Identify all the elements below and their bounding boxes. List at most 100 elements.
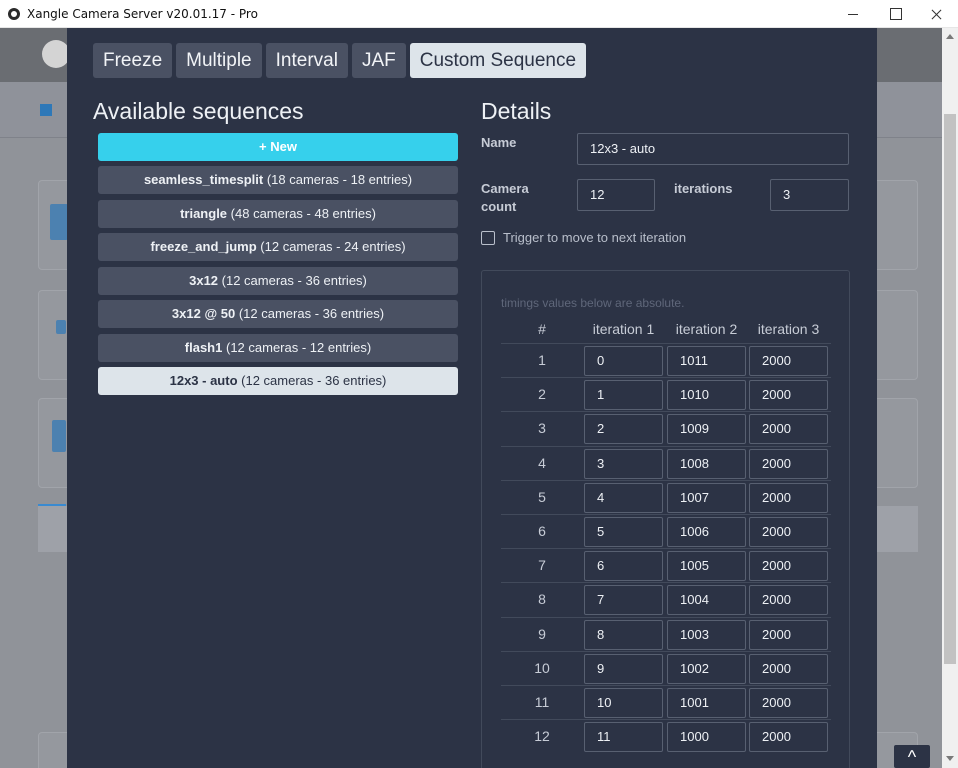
details-heading: Details (481, 98, 552, 124)
sequence-name: flash1 (184, 339, 223, 355)
sequence-item[interactable]: seamless_timesplit (18 cameras - 18 entr… (98, 166, 458, 194)
sequence-item[interactable]: 3x12 @ 50 (12 cameras - 36 entries) (98, 300, 458, 328)
iterations-field[interactable]: 3 (770, 179, 849, 211)
new-sequence-button[interactable]: + New (98, 133, 458, 161)
window-scrollbar[interactable] (942, 28, 958, 768)
timing-row: 12 11 1000 2000 (501, 719, 831, 753)
timing-row: 10 9 1002 2000 (501, 650, 831, 685)
timing-iteration-3-field[interactable]: 2000 (749, 516, 828, 547)
timing-iteration-2-field[interactable]: 1004 (667, 585, 746, 616)
timing-iteration-1-field[interactable]: 2 (584, 414, 663, 445)
timing-row: 9 8 1003 2000 (501, 616, 831, 651)
scroll-up-icon[interactable] (946, 34, 954, 39)
timing-iteration-3-field[interactable]: 2000 (749, 619, 828, 650)
timing-row: 4 3 1008 2000 (501, 445, 831, 480)
timing-iteration-1-field[interactable]: 10 (584, 687, 663, 718)
timing-iteration-3-field[interactable]: 2000 (749, 346, 828, 376)
timing-iteration-1-field[interactable]: 8 (584, 619, 663, 650)
tab-freeze[interactable]: Freeze (93, 43, 173, 78)
timing-iteration-3-field[interactable]: 2000 (749, 380, 828, 411)
sequence-item[interactable]: freeze_and_jump (12 cameras - 24 entries… (98, 233, 458, 261)
sequence-list: + New seamless_timesplit (18 cameras - 1… (98, 133, 458, 401)
timing-iteration-2-field[interactable]: 1010 (667, 380, 746, 411)
plus-icon: + (259, 139, 267, 154)
timing-iteration-2-field[interactable]: 1003 (667, 619, 746, 650)
timing-iteration-3-field[interactable]: 2000 (749, 653, 828, 684)
timing-row: 11 10 1001 2000 (501, 684, 831, 719)
maximize-icon[interactable] (872, 0, 918, 28)
timing-iteration-2-field[interactable]: 1000 (667, 722, 746, 753)
timing-iteration-1-field[interactable]: 3 (584, 448, 663, 479)
sequence-item-selected[interactable]: 12x3 - auto (12 cameras - 36 entries) (98, 367, 458, 395)
timing-row-number: 1 (538, 352, 546, 368)
available-sequences-heading: Available sequences (93, 98, 304, 124)
window-title: Xangle Camera Server v20.01.17 - Pro (27, 7, 258, 21)
timing-iteration-1-field[interactable]: 11 (584, 722, 663, 753)
timing-row-number: 3 (538, 420, 546, 437)
timing-row-number: 10 (534, 659, 550, 676)
dashboard-icon (40, 104, 52, 116)
background-card-icon (56, 320, 66, 334)
timing-iteration-2-field[interactable]: 1006 (667, 516, 746, 547)
timing-iteration-1-field[interactable]: 5 (584, 516, 663, 547)
sequence-name: 3x12 @ 50 (171, 306, 236, 321)
trigger-label: Trigger to move to next iteration (503, 230, 687, 245)
tab-multiple[interactable]: Multiple (176, 43, 262, 78)
trigger-checkbox[interactable] (481, 230, 495, 245)
timing-iteration-1-field[interactable]: 6 (584, 551, 663, 582)
name-field[interactable]: 12x3 - auto (577, 133, 849, 165)
timing-row-number: 7 (538, 557, 546, 574)
timing-row: 5 4 1007 2000 (501, 479, 831, 514)
timing-iteration-1-field[interactable]: 4 (584, 482, 663, 513)
timing-iteration-1-field[interactable]: 9 (584, 653, 663, 684)
sequence-name: freeze_and_jump (150, 239, 257, 254)
timing-iteration-3-field[interactable]: 2000 (749, 585, 828, 616)
scroll-thumb[interactable] (944, 114, 956, 664)
close-icon[interactable] (914, 0, 958, 28)
tab-jaf[interactable]: JAF (351, 43, 406, 78)
timing-row: 1 0 1011 2000 (501, 343, 831, 377)
sequence-detail: (18 cameras - 18 entries) (266, 172, 413, 187)
timing-iteration-3-field[interactable]: 2000 (749, 414, 828, 445)
timing-iteration-2-field[interactable]: 1008 (667, 448, 746, 479)
camera-count-field[interactable]: 12 (577, 179, 655, 211)
timings-panel: timings values below are absolute. # ite… (481, 270, 850, 768)
sequence-detail: (12 cameras - 36 entries) (221, 272, 367, 288)
sequence-detail: (12 cameras - 24 entries) (260, 239, 406, 254)
timing-row-number: 11 (534, 693, 550, 710)
scroll-to-top-button[interactable]: ^ (894, 745, 930, 768)
trigger-next-iteration-toggle[interactable]: Trigger to move to next iteration (481, 230, 686, 245)
timing-iteration-2-field[interactable]: 1007 (667, 482, 746, 513)
scroll-down-icon[interactable] (946, 756, 954, 761)
sequence-item[interactable]: 3x12 (12 cameras - 36 entries) (98, 266, 458, 295)
timings-note: timings values below are absolute. (501, 296, 685, 310)
background-card-icon (50, 204, 68, 240)
timing-iteration-3-field[interactable]: 2000 (749, 722, 828, 753)
background-logo-icon (42, 40, 70, 68)
sequence-name: 3x12 (189, 272, 219, 288)
timing-row-number: 8 (538, 591, 546, 608)
timing-iteration-2-field[interactable]: 1002 (667, 653, 746, 684)
column-header-iteration-1: iteration 1 (592, 321, 655, 337)
timing-iteration-3-field[interactable]: 2000 (749, 551, 828, 582)
tab-interval[interactable]: Interval (265, 43, 348, 78)
timing-iteration-2-field[interactable]: 1005 (667, 551, 746, 582)
sequence-item[interactable]: triangle (48 cameras - 48 entries) (98, 199, 458, 228)
timing-iteration-1-field[interactable]: 7 (584, 585, 663, 616)
sequence-detail: (12 cameras - 36 entries) (241, 373, 387, 388)
timing-iteration-1-field[interactable]: 0 (584, 346, 663, 376)
timing-iteration-1-field[interactable]: 1 (584, 380, 663, 411)
mode-tabs: Freeze Multiple Interval JAF Custom Sequ… (93, 43, 587, 78)
timing-iteration-3-field[interactable]: 2000 (749, 687, 828, 718)
sequence-name: 12x3 - auto (169, 373, 238, 388)
timing-iteration-2-field[interactable]: 1011 (667, 346, 746, 376)
timing-iteration-2-field[interactable]: 1001 (667, 687, 746, 718)
minimize-icon[interactable] (830, 0, 876, 28)
timings-rows: 1 0 1011 2000 2 1 1010 2000 3 2 1009 2000 4 3 1008 2000… (501, 343, 831, 753)
timing-iteration-3-field[interactable]: 2000 (749, 448, 828, 479)
timing-row-number: 4 (538, 454, 546, 471)
timing-iteration-3-field[interactable]: 2000 (749, 482, 828, 513)
sequence-item[interactable]: flash1 (12 cameras - 12 entries) (98, 333, 458, 362)
tab-custom-sequence[interactable]: Custom Sequence (409, 43, 587, 78)
timing-iteration-2-field[interactable]: 1009 (667, 414, 746, 445)
